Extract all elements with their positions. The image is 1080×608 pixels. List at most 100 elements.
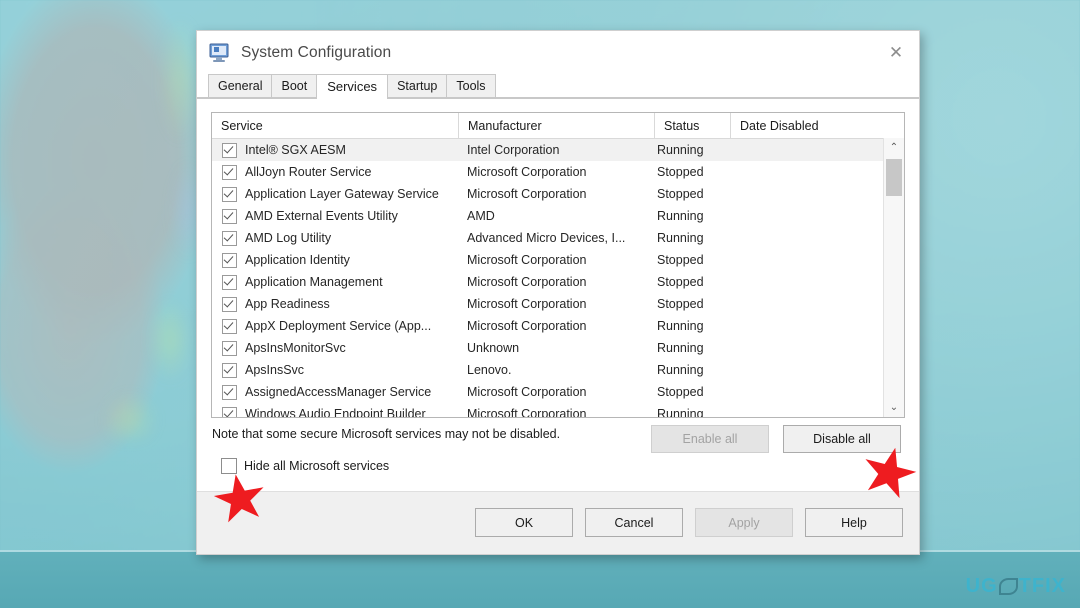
cell-status: Stopped [657, 297, 704, 311]
scroll-down-icon[interactable]: ⌄ [884, 398, 904, 417]
ok-button[interactable]: OK [475, 508, 573, 537]
table-row[interactable]: Application Identity Microsoft Corporatio… [212, 249, 904, 271]
system-configuration-dialog: System Configuration ✕ General Boot Serv… [196, 30, 920, 555]
cell-status: Stopped [657, 253, 704, 267]
cell-manufacturer: Microsoft Corporation [467, 253, 587, 267]
tab-startup[interactable]: Startup [387, 74, 448, 98]
cell-manufacturer: Microsoft Corporation [467, 275, 587, 289]
tab-bar: General Boot Services Startup Tools [197, 74, 919, 99]
table-row[interactable]: AMD External Events Utility AMD Running [212, 205, 904, 227]
scrollbar-thumb[interactable] [886, 159, 902, 196]
cell-status: Stopped [657, 385, 704, 399]
cell-status: Stopped [657, 187, 704, 201]
dialog-title: System Configuration [241, 43, 392, 61]
cell-manufacturer: Lenovo. [467, 363, 512, 377]
watermark-text-right: TFIX [1018, 575, 1066, 597]
watermark-text-left: UG [965, 575, 998, 597]
service-enabled-checkbox[interactable] [222, 186, 237, 202]
service-enabled-checkbox[interactable] [222, 362, 237, 378]
table-row[interactable]: AllJoyn Router Service Microsoft Corporat… [212, 161, 904, 183]
table-row[interactable]: Windows Audio Endpoint Builder Microsoft … [212, 403, 904, 417]
cell-service: Windows Audio Endpoint Builder [245, 407, 426, 417]
cell-manufacturer: Unknown [467, 341, 520, 355]
service-enabled-checkbox[interactable] [222, 406, 237, 417]
service-enabled-checkbox[interactable] [222, 164, 237, 180]
hide-microsoft-services-label: Hide all Microsoft services [244, 459, 390, 473]
dialog-footer: OK Cancel Apply Help [197, 491, 919, 554]
cell-manufacturer: Microsoft Corporation [467, 385, 587, 399]
dialog-titlebar: System Configuration ✕ [197, 31, 919, 74]
table-row[interactable]: Application Layer Gateway Service Microso… [212, 183, 904, 205]
cell-manufacturer: AMD [467, 209, 495, 223]
cell-status: Running [657, 231, 704, 245]
table-row[interactable]: AppX Deployment Service (App... Microsoft… [212, 315, 904, 337]
services-list: Service Manufacturer Status Date Disable… [211, 112, 905, 418]
enable-all-button[interactable]: Enable all [651, 425, 769, 453]
cell-service: AMD External Events Utility [245, 209, 398, 223]
cell-status: Running [657, 363, 704, 377]
cell-status: Running [657, 341, 704, 355]
cell-service: AssignedAccessManager Service [245, 385, 432, 399]
cell-manufacturer: Microsoft Corporation [467, 165, 587, 179]
tab-general[interactable]: General [208, 74, 273, 98]
column-header-status[interactable]: Status [655, 113, 731, 138]
column-header-date-disabled[interactable]: Date Disabled [731, 113, 904, 138]
cell-service: Application Management [245, 275, 383, 289]
footer-button-group: OK Cancel Apply Help [475, 508, 903, 537]
hide-microsoft-services-checkbox[interactable] [221, 458, 237, 474]
column-header-service[interactable]: Service [212, 113, 459, 138]
services-scrollbar[interactable]: ⌃ ⌄ [883, 138, 904, 417]
taskbar [0, 552, 1080, 608]
cell-service: Application Identity [245, 253, 350, 267]
help-button[interactable]: Help [805, 508, 903, 537]
scroll-up-icon[interactable]: ⌃ [884, 138, 904, 157]
services-list-header: Service Manufacturer Status Date Disable… [212, 113, 904, 139]
table-row[interactable]: Intel® SGX AESM Intel Corporation Running [212, 139, 904, 161]
service-enabled-checkbox[interactable] [222, 142, 237, 158]
apply-button[interactable]: Apply [695, 508, 793, 537]
cell-service: ApsInsSvc [245, 363, 305, 377]
table-row[interactable]: AssignedAccessManager Service Microsoft C… [212, 381, 904, 403]
cell-status: Running [657, 407, 704, 417]
disable-all-button[interactable]: Disable all [783, 425, 901, 453]
service-enabled-checkbox[interactable] [222, 318, 237, 334]
services-tab-panel: Service Manufacturer Status Date Disable… [197, 98, 919, 554]
hide-microsoft-services-row[interactable]: Hide all Microsoft services [221, 458, 389, 474]
close-icon[interactable]: ✕ [873, 31, 919, 74]
scrollbar-track[interactable] [884, 157, 904, 398]
service-enabled-checkbox[interactable] [222, 274, 237, 290]
secure-services-note: Note that some secure Microsoft services… [212, 427, 561, 441]
cell-status: Stopped [657, 275, 704, 289]
tab-boot[interactable]: Boot [271, 74, 318, 98]
table-row[interactable]: ApsInsSvc Lenovo. Running [212, 359, 904, 381]
cell-service: AllJoyn Router Service [245, 165, 372, 179]
cell-status: Running [657, 209, 704, 223]
cell-manufacturer: Advanced Micro Devices, I... [467, 231, 626, 245]
service-enabled-checkbox[interactable] [222, 208, 237, 224]
cell-status: Running [657, 319, 704, 333]
fish-icon [998, 578, 1018, 595]
table-row[interactable]: Application Management Microsoft Corporat… [212, 271, 904, 293]
tab-services[interactable]: Services [316, 74, 389, 99]
cell-service: AppX Deployment Service (App... [245, 319, 432, 333]
ugetfix-watermark: UG TFIX [966, 575, 1066, 598]
cancel-button[interactable]: Cancel [585, 508, 683, 537]
service-enabled-checkbox[interactable] [222, 296, 237, 312]
tab-tools[interactable]: Tools [446, 74, 496, 98]
cell-manufacturer: Intel Corporation [467, 143, 560, 157]
service-enabled-checkbox[interactable] [222, 252, 237, 268]
cell-manufacturer: Microsoft Corporation [467, 187, 587, 201]
cell-status: Running [657, 143, 704, 157]
cell-manufacturer: Microsoft Corporation [467, 319, 587, 333]
table-row[interactable]: App Readiness Microsoft Corporation Stoppe… [212, 293, 904, 315]
service-enabled-checkbox[interactable] [222, 340, 237, 356]
computer-monitor-icon [209, 43, 229, 62]
service-enabled-checkbox[interactable] [222, 230, 237, 246]
cell-service: Intel® SGX AESM [245, 143, 346, 157]
service-enabled-checkbox[interactable] [222, 384, 237, 400]
column-header-manufacturer[interactable]: Manufacturer [459, 113, 655, 138]
services-list-body[interactable]: Intel® SGX AESM Intel Corporation Running A… [212, 139, 904, 417]
cell-manufacturer: Microsoft Corporation [467, 407, 587, 417]
table-row[interactable]: ApsInsMonitorSvc Unknown Running [212, 337, 904, 359]
table-row[interactable]: AMD Log Utility Advanced Micro Devices, I… [212, 227, 904, 249]
